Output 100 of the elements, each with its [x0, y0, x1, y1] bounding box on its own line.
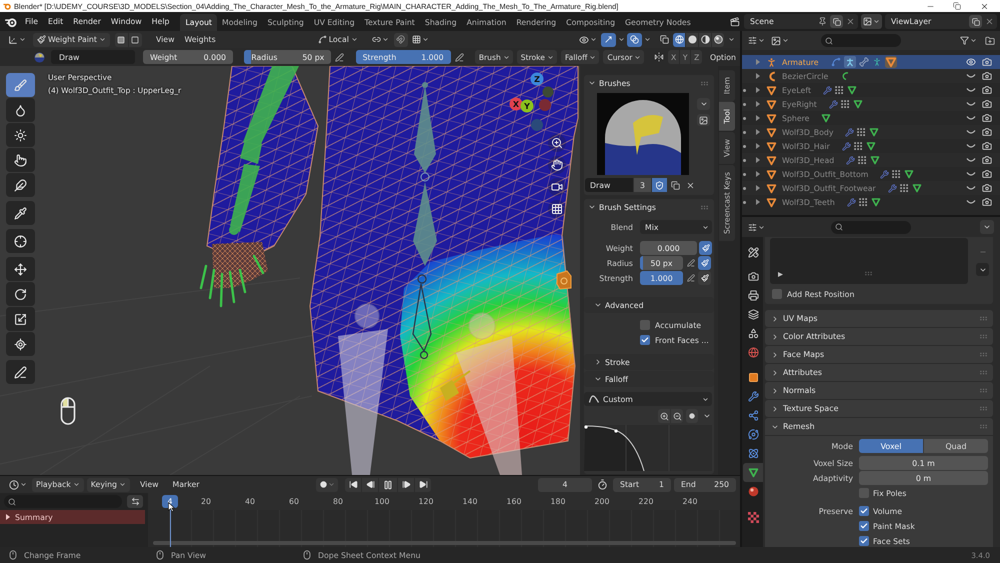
zoom-button[interactable]: [548, 134, 566, 152]
expand-arrow-icon[interactable]: [778, 272, 783, 277]
play-pause-button[interactable]: [379, 478, 398, 492]
camera-icon[interactable]: [982, 141, 992, 151]
zoom-in-button[interactable]: [658, 409, 670, 423]
projection-button[interactable]: [548, 200, 566, 218]
shield-icon: [655, 180, 664, 190]
expand-arrow-icon[interactable]: [755, 171, 761, 177]
pen-icon[interactable]: [454, 52, 464, 62]
search-field[interactable]: [821, 34, 901, 47]
handle-type-button[interactable]: [686, 409, 698, 423]
checkbox[interactable]: [640, 320, 650, 330]
tool-button[interactable]: [6, 73, 35, 97]
tool-button[interactable]: [6, 332, 35, 356]
duplicate-button[interactable]: [969, 15, 982, 28]
expand-arrow-icon[interactable]: [755, 199, 761, 205]
overlay-toggle-button[interactable]: [627, 32, 642, 46]
search-field[interactable]: [4, 495, 122, 508]
camera-icon: [748, 271, 758, 282]
chevron-right-icon: [594, 358, 602, 366]
tool-button[interactable]: [6, 307, 35, 331]
checkbox[interactable]: [859, 521, 869, 531]
close-icon[interactable]: [985, 17, 994, 26]
curve-point[interactable]: [584, 425, 588, 429]
scene-browse-button[interactable]: [728, 14, 742, 28]
expand-arrow-icon[interactable]: [755, 185, 761, 191]
specials-menu-button[interactable]: [976, 263, 989, 276]
tool-button[interactable]: [6, 360, 35, 384]
shading-mode-button[interactable]: [699, 32, 711, 46]
next-keyframe-button[interactable]: [398, 478, 414, 492]
unified-toggle-button[interactable]: [698, 256, 711, 270]
tool-button[interactable]: [6, 201, 35, 225]
expand-arrow-icon[interactable]: [755, 143, 761, 149]
expand-arrow-icon[interactable]: [755, 87, 761, 93]
expand-arrow-icon[interactable]: [755, 129, 761, 135]
camera-icon[interactable]: [982, 127, 992, 137]
image-button[interactable]: [697, 114, 710, 126]
pen-icon[interactable]: [335, 52, 344, 62]
unified-toggle-button[interactable]: [698, 271, 711, 285]
pan-button[interactable]: [548, 156, 566, 174]
expand-arrow-icon[interactable]: [755, 157, 761, 163]
mask-toggle-button[interactable]: [128, 32, 142, 46]
axis-ball[interactable]: [530, 72, 544, 86]
logo-icon[interactable]: [5, 16, 17, 28]
camera-icon[interactable]: [982, 99, 992, 109]
camera-icon[interactable]: [982, 183, 992, 193]
tool-button[interactable]: [6, 282, 35, 306]
brush-thumbnail-icon[interactable]: [34, 52, 45, 62]
jump-end-button[interactable]: [415, 478, 432, 492]
zoom-out-button[interactable]: [671, 409, 683, 423]
stopwatch-icon[interactable]: [597, 479, 608, 490]
camera-icon[interactable]: [982, 197, 992, 207]
tool-button[interactable]: [6, 173, 35, 197]
search-field[interactable]: [831, 220, 911, 234]
camera-view-button[interactable]: [548, 178, 566, 196]
expand-arrow-icon[interactable]: [755, 101, 761, 107]
expand-arrow-icon[interactable]: [755, 73, 761, 79]
camera-icon[interactable]: [982, 113, 992, 123]
checkbox[interactable]: [772, 289, 782, 299]
record-button[interactable]: [316, 478, 338, 492]
tool-button[interactable]: [6, 257, 35, 281]
checkbox[interactable]: [859, 536, 869, 546]
tool-button[interactable]: [6, 148, 35, 172]
brush-list-button[interactable]: [697, 98, 710, 110]
unified-toggle-button[interactable]: [699, 241, 712, 255]
fake-user-button[interactable]: [652, 178, 667, 192]
duplicate-button[interactable]: [830, 15, 843, 28]
tool-button[interactable]: [6, 123, 35, 147]
camera-icon[interactable]: [982, 169, 992, 179]
checkbox[interactable]: [859, 506, 869, 516]
camera-icon[interactable]: [982, 71, 992, 81]
shading-mode-button[interactable]: [712, 32, 724, 46]
tool-button[interactable]: [6, 229, 35, 253]
paintbrush-icon: [700, 274, 708, 282]
axis-ball[interactable]: [520, 100, 534, 112]
options-button[interactable]: [980, 220, 994, 234]
shading-mode-button[interactable]: [686, 32, 698, 46]
dot-icon: [743, 186, 746, 190]
tool-button[interactable]: [6, 98, 35, 122]
camera-icon[interactable]: [982, 85, 992, 95]
shading-mode-button[interactable]: [673, 32, 685, 46]
checkbox[interactable]: [859, 488, 869, 498]
camera-icon[interactable]: [982, 57, 992, 67]
previous-keyframe-button[interactable]: [362, 478, 378, 492]
gizmo-toggle-button[interactable]: [601, 32, 616, 46]
expand-arrow-icon[interactable]: [755, 115, 761, 121]
curve-point[interactable]: [614, 429, 618, 433]
checkbox[interactable]: [640, 335, 650, 345]
scrollbar[interactable]: [153, 541, 736, 545]
snap-toggle-button[interactable]: [394, 32, 408, 46]
sliders-icon: [748, 36, 756, 45]
camera-icon[interactable]: [982, 155, 992, 165]
eye-icon[interactable]: [966, 57, 976, 67]
close-icon[interactable]: [846, 17, 855, 26]
mask-toggle-button[interactable]: [114, 32, 128, 46]
swap-button[interactable]: [127, 495, 143, 508]
view-layer-browse-button[interactable]: [861, 14, 882, 29]
jump-start-button[interactable]: [345, 478, 362, 492]
grip-icon[interactable]: [864, 269, 873, 278]
pin-icon: [818, 17, 827, 26]
